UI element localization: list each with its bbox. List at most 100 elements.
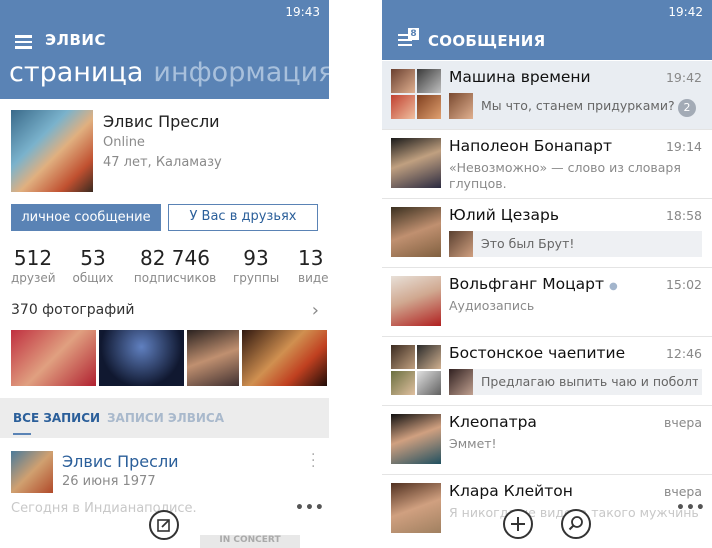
notification-badge: 8 [408,28,419,40]
dialog-title: Клара Клейтон [449,482,573,500]
dialog-last-message: Предлагаю выпить чаю и поболтать [449,369,702,395]
sender-avatar [449,93,473,119]
profile-name: Элвис Пресли [103,112,220,131]
plus-icon [511,517,525,531]
chat-avatar [391,345,441,395]
stat-number: 53 [80,246,106,270]
edit-icon [157,519,170,532]
profile-header: 19:43 ЭЛВИС страница информация [0,0,329,99]
stat-number: 512 [13,246,53,270]
message-preview: Предлагаю выпить чаю и поболтать [481,374,698,389]
profile-info: 47 лет, Каламазу [103,155,222,170]
stat-label: группы [233,271,280,285]
dialog-title-text: Вольфганг Моцарт [449,275,605,293]
stat-videos[interactable]: 13 видео [298,245,329,285]
pivot-header: страница информация [9,53,329,93]
sender-avatar [449,231,473,257]
post-more-icon[interactable]: · · · [311,448,317,474]
messages-screen: 19:42 8 СООБЩЕНИЯ Машина времени 19:42 М… [382,0,712,548]
stat-followers[interactable]: 82 746 подписчиков [130,245,220,285]
chat-avatar [391,276,441,326]
tab-all-posts[interactable]: ВСЕ ЗАПИСИ [13,411,100,425]
chevron-right-icon[interactable]: › [312,300,319,321]
send-message-button[interactable]: личное сообщение [11,204,161,231]
dialog-time: 19:42 [665,70,702,85]
dialog-last-message: Мы что, станем придурками? 2 [449,93,702,119]
stat-number: 13 [298,246,324,270]
search-button[interactable] [561,509,591,539]
wall-tabs: ВСЕ ЗАПИСИ ЗАПИСИ ЭЛВИСА [0,398,329,438]
tab-elvis-posts[interactable]: ЗАПИСИ ЭЛВИСА [107,411,224,425]
photos-title[interactable]: 370 фотографий [11,302,134,318]
profile-avatar[interactable] [11,110,93,192]
dialog-time: 12:46 [665,346,702,361]
stat-common[interactable]: 53 общих [71,245,115,285]
post-image-caption: IN CONCERT [219,535,281,545]
dialog-title: Вольфганг Моцарт ● [449,275,618,293]
message-preview: Эммет! [449,436,497,451]
dialog-time: вчера [663,415,702,430]
dialog-title: Юлий Цезарь [449,206,559,224]
post-image[interactable]: IN CONCERT [200,535,300,548]
profile-status: Online [103,135,145,150]
profile-screen: 19:43 ЭЛВИС страница информация Элвис Пре… [0,0,329,548]
stat-label: общих [72,271,114,285]
photo-thumbnail[interactable] [187,330,239,386]
dialog-item[interactable]: Наполеон Бонапарт 19:14 «Невозможно» — с… [382,130,712,199]
dialog-time: 18:58 [665,208,702,223]
header-title: ЭЛВИС [45,31,106,49]
post-author-avatar[interactable] [11,451,53,493]
photo-thumbnail[interactable] [99,330,184,386]
dialog-item[interactable]: Юлий Цезарь 18:58 Это был Брут! [382,199,712,268]
dialog-item[interactable]: Клара Клейтон вчера Я никогда не видела … [382,475,712,543]
pivot-info[interactable]: информация [153,57,329,88]
chat-avatar [391,138,441,188]
active-tab-indicator [13,433,31,435]
chat-avatar [391,69,441,119]
message-preview: Это был Брут! [481,236,575,251]
dialog-title: Клеопатра [449,413,537,431]
status-bar-time: 19:43 [285,5,320,19]
chat-avatar [391,414,441,464]
menu-icon[interactable] [15,35,32,49]
new-message-button[interactable] [503,509,533,539]
dialog-time: вчера [663,484,702,499]
dialog-last-message: Это был Брут! [449,231,702,257]
header-title: СООБЩЕНИЯ [428,32,546,50]
message-preview: «Невозможно» — слово из словаря глупцов. [449,160,681,191]
online-indicator: ● [608,281,618,292]
appbar-more-icon[interactable]: ••• [295,500,325,516]
stat-groups[interactable]: 93 группы [233,245,279,285]
sender-avatar [449,369,473,395]
dialog-item[interactable]: Бостонское чаепитие 12:46 Предлагаю выпи… [382,337,712,406]
message-preview: Аудиозапись [449,298,535,313]
photo-thumbnail[interactable] [11,330,96,386]
stat-number: 82 746 [140,246,210,270]
dialog-item[interactable]: Вольфганг Моцарт ● 15:02 Аудиозапись [382,268,712,337]
post-author-name[interactable]: Элвис Пресли [62,452,179,471]
stat-label: друзей [11,271,56,285]
post-date: 26 июня 1977 [62,474,156,489]
pivot-page[interactable]: страница [9,57,143,88]
messages-header: 19:42 8 СООБЩЕНИЯ [382,0,712,60]
dialog-item[interactable]: Клеопатра вчера Эммет! [382,406,712,475]
compose-post-button[interactable] [149,510,179,540]
chat-avatar [391,207,441,257]
stat-friends[interactable]: 512 друзей [11,245,56,285]
message-preview: Мы что, станем придурками? [481,98,675,113]
dialog-time: 19:14 [665,139,702,154]
chat-avatar [391,483,441,533]
dialog-title: Бостонское чаепитие [449,344,626,362]
stat-label: видео [298,271,329,285]
appbar-more-icon[interactable]: ••• [676,500,706,516]
stat-number: 93 [243,246,269,270]
dialog-time: 15:02 [665,277,702,292]
search-icon [568,516,583,531]
friends-button[interactable]: У Вас в друзьях [168,204,318,231]
unread-count-badge: 2 [678,99,696,117]
dialog-title: Наполеон Бонапарт [449,137,613,155]
photo-thumbnail[interactable] [242,330,327,386]
status-bar-time: 19:42 [668,5,703,19]
stat-label: подписчиков [133,271,217,285]
dialog-item[interactable]: Машина времени 19:42 Мы что, станем прид… [382,61,712,130]
